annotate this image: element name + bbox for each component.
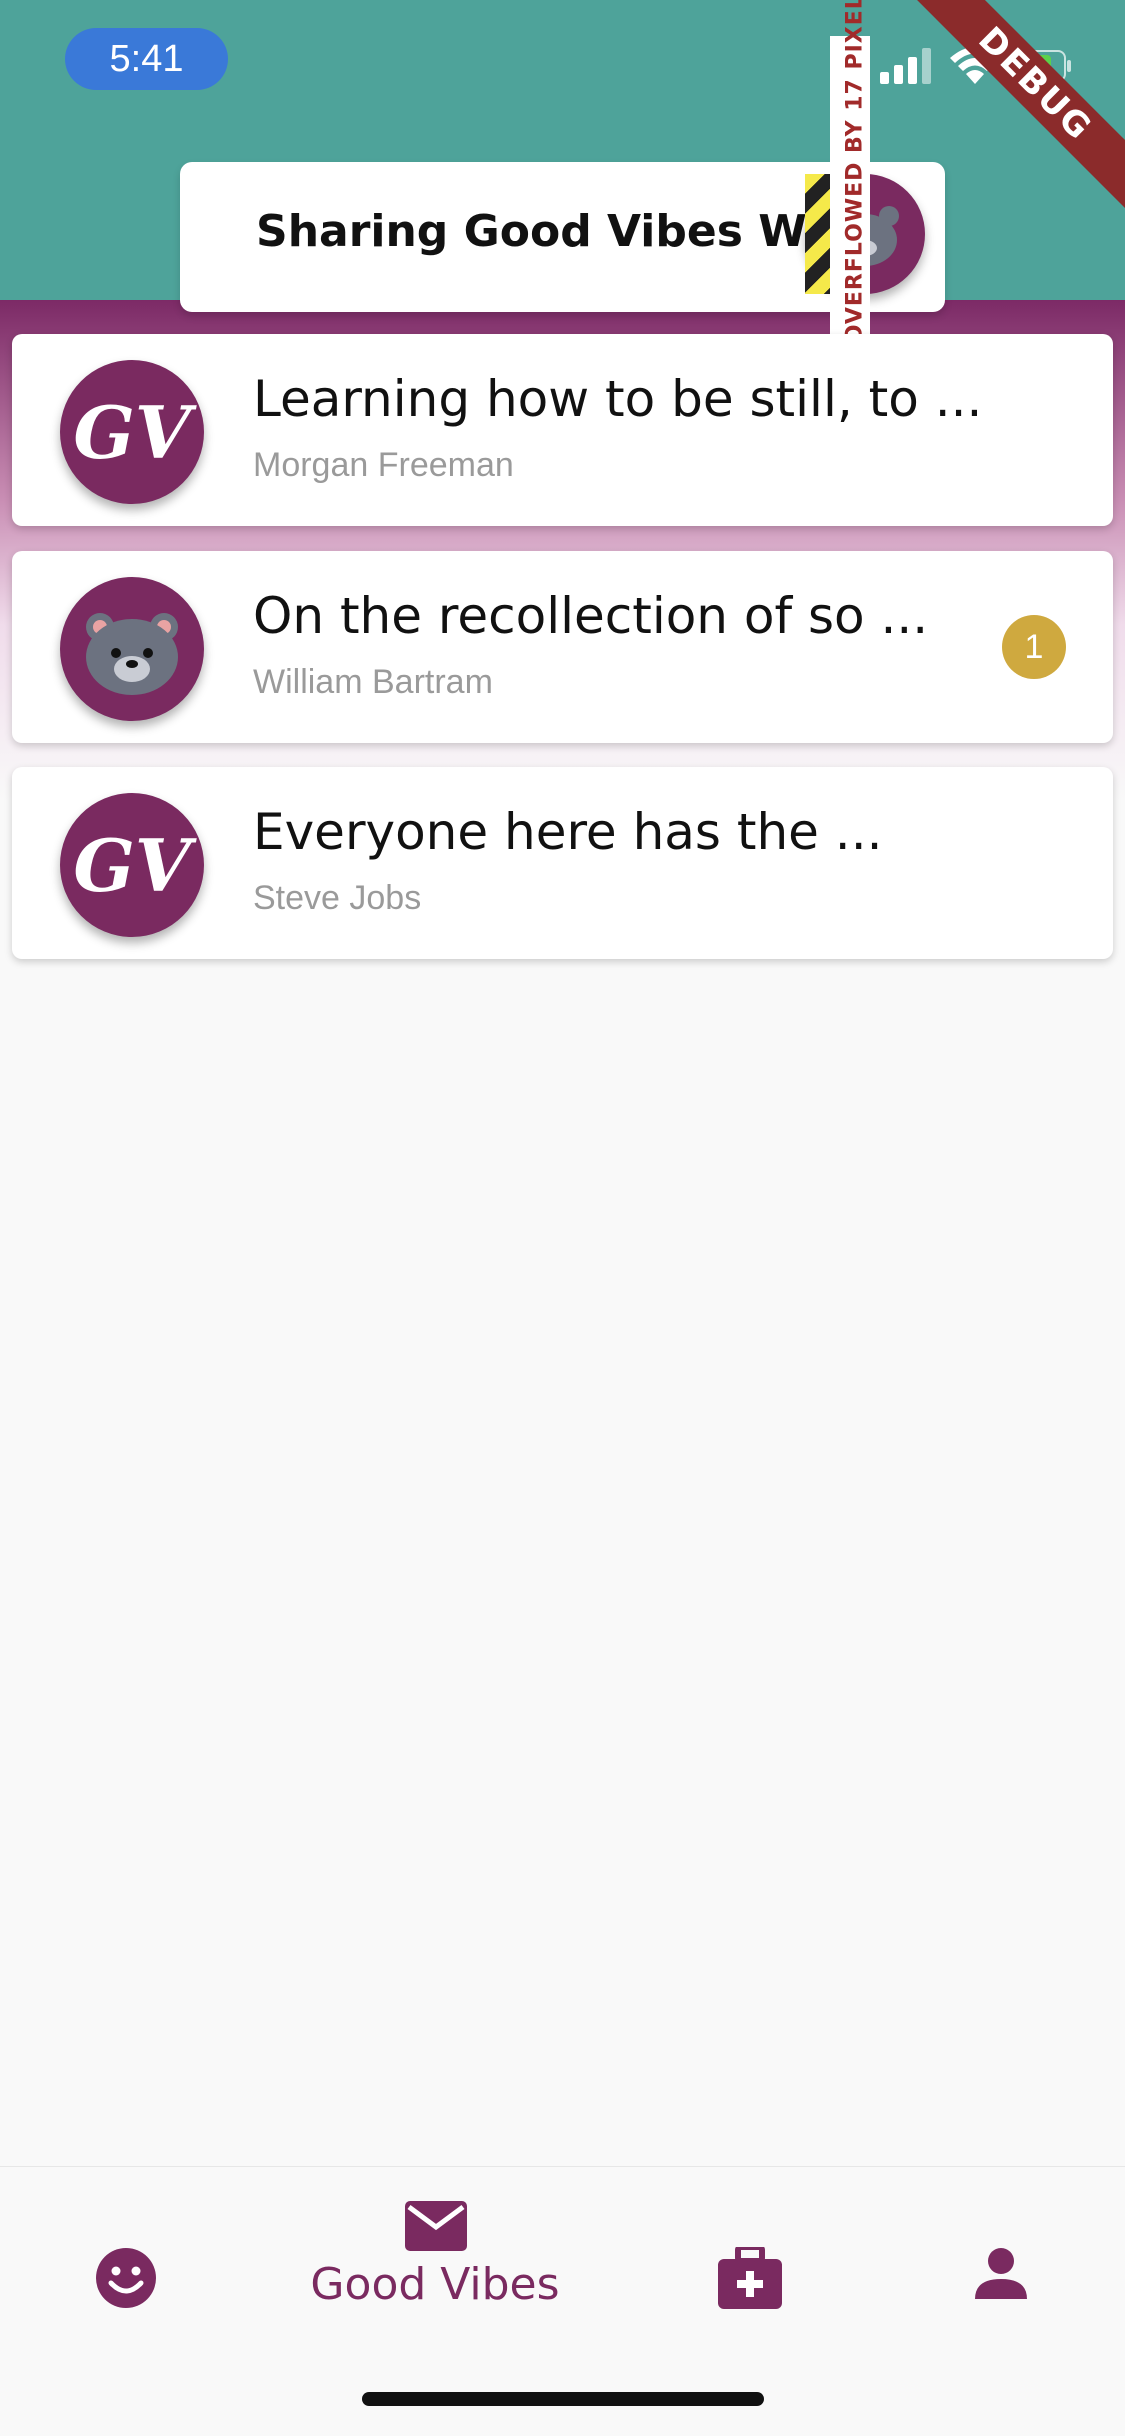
medical-kit-icon <box>718 2247 782 2309</box>
gv-logo-icon: GV <box>60 793 204 937</box>
list-item[interactable]: On the recollection of so ... William Ba… <box>12 551 1113 743</box>
signal-icon <box>880 48 931 84</box>
home-indicator[interactable] <box>362 2392 764 2406</box>
message-title: On the recollection of so ... <box>253 587 929 645</box>
list-item[interactable]: GV Learning how to be still, to ... Morg… <box>12 334 1113 526</box>
nav-item-mood[interactable] <box>60 2197 190 2337</box>
message-author: Steve Jobs <box>253 879 422 917</box>
gv-logo-icon: GV <box>60 360 204 504</box>
smiley-icon <box>96 2248 156 2308</box>
nav-item-medical[interactable] <box>685 2197 815 2337</box>
nav-item-profile[interactable] <box>935 2197 1065 2337</box>
status-time: 5:41 <box>65 28 228 90</box>
message-title: Learning how to be still, to ... <box>253 370 983 428</box>
bear-avatar-icon <box>60 577 204 721</box>
page-title: Sharing Good Vibes With <box>256 206 875 257</box>
person-icon <box>975 2248 1027 2299</box>
list-item[interactable]: GV Everyone here has the ... Steve Jobs <box>12 767 1113 959</box>
nav-label-good-vibes: Good Vibes <box>310 2259 560 2310</box>
envelope-icon <box>405 2201 467 2251</box>
message-author: Morgan Freeman <box>253 446 514 484</box>
message-title: Everyone here has the ... <box>253 803 883 861</box>
message-author: William Bartram <box>253 663 493 701</box>
unread-badge: 1 <box>1002 615 1066 679</box>
nav-item-good-vibes[interactable]: Good Vibes <box>290 2197 580 2337</box>
